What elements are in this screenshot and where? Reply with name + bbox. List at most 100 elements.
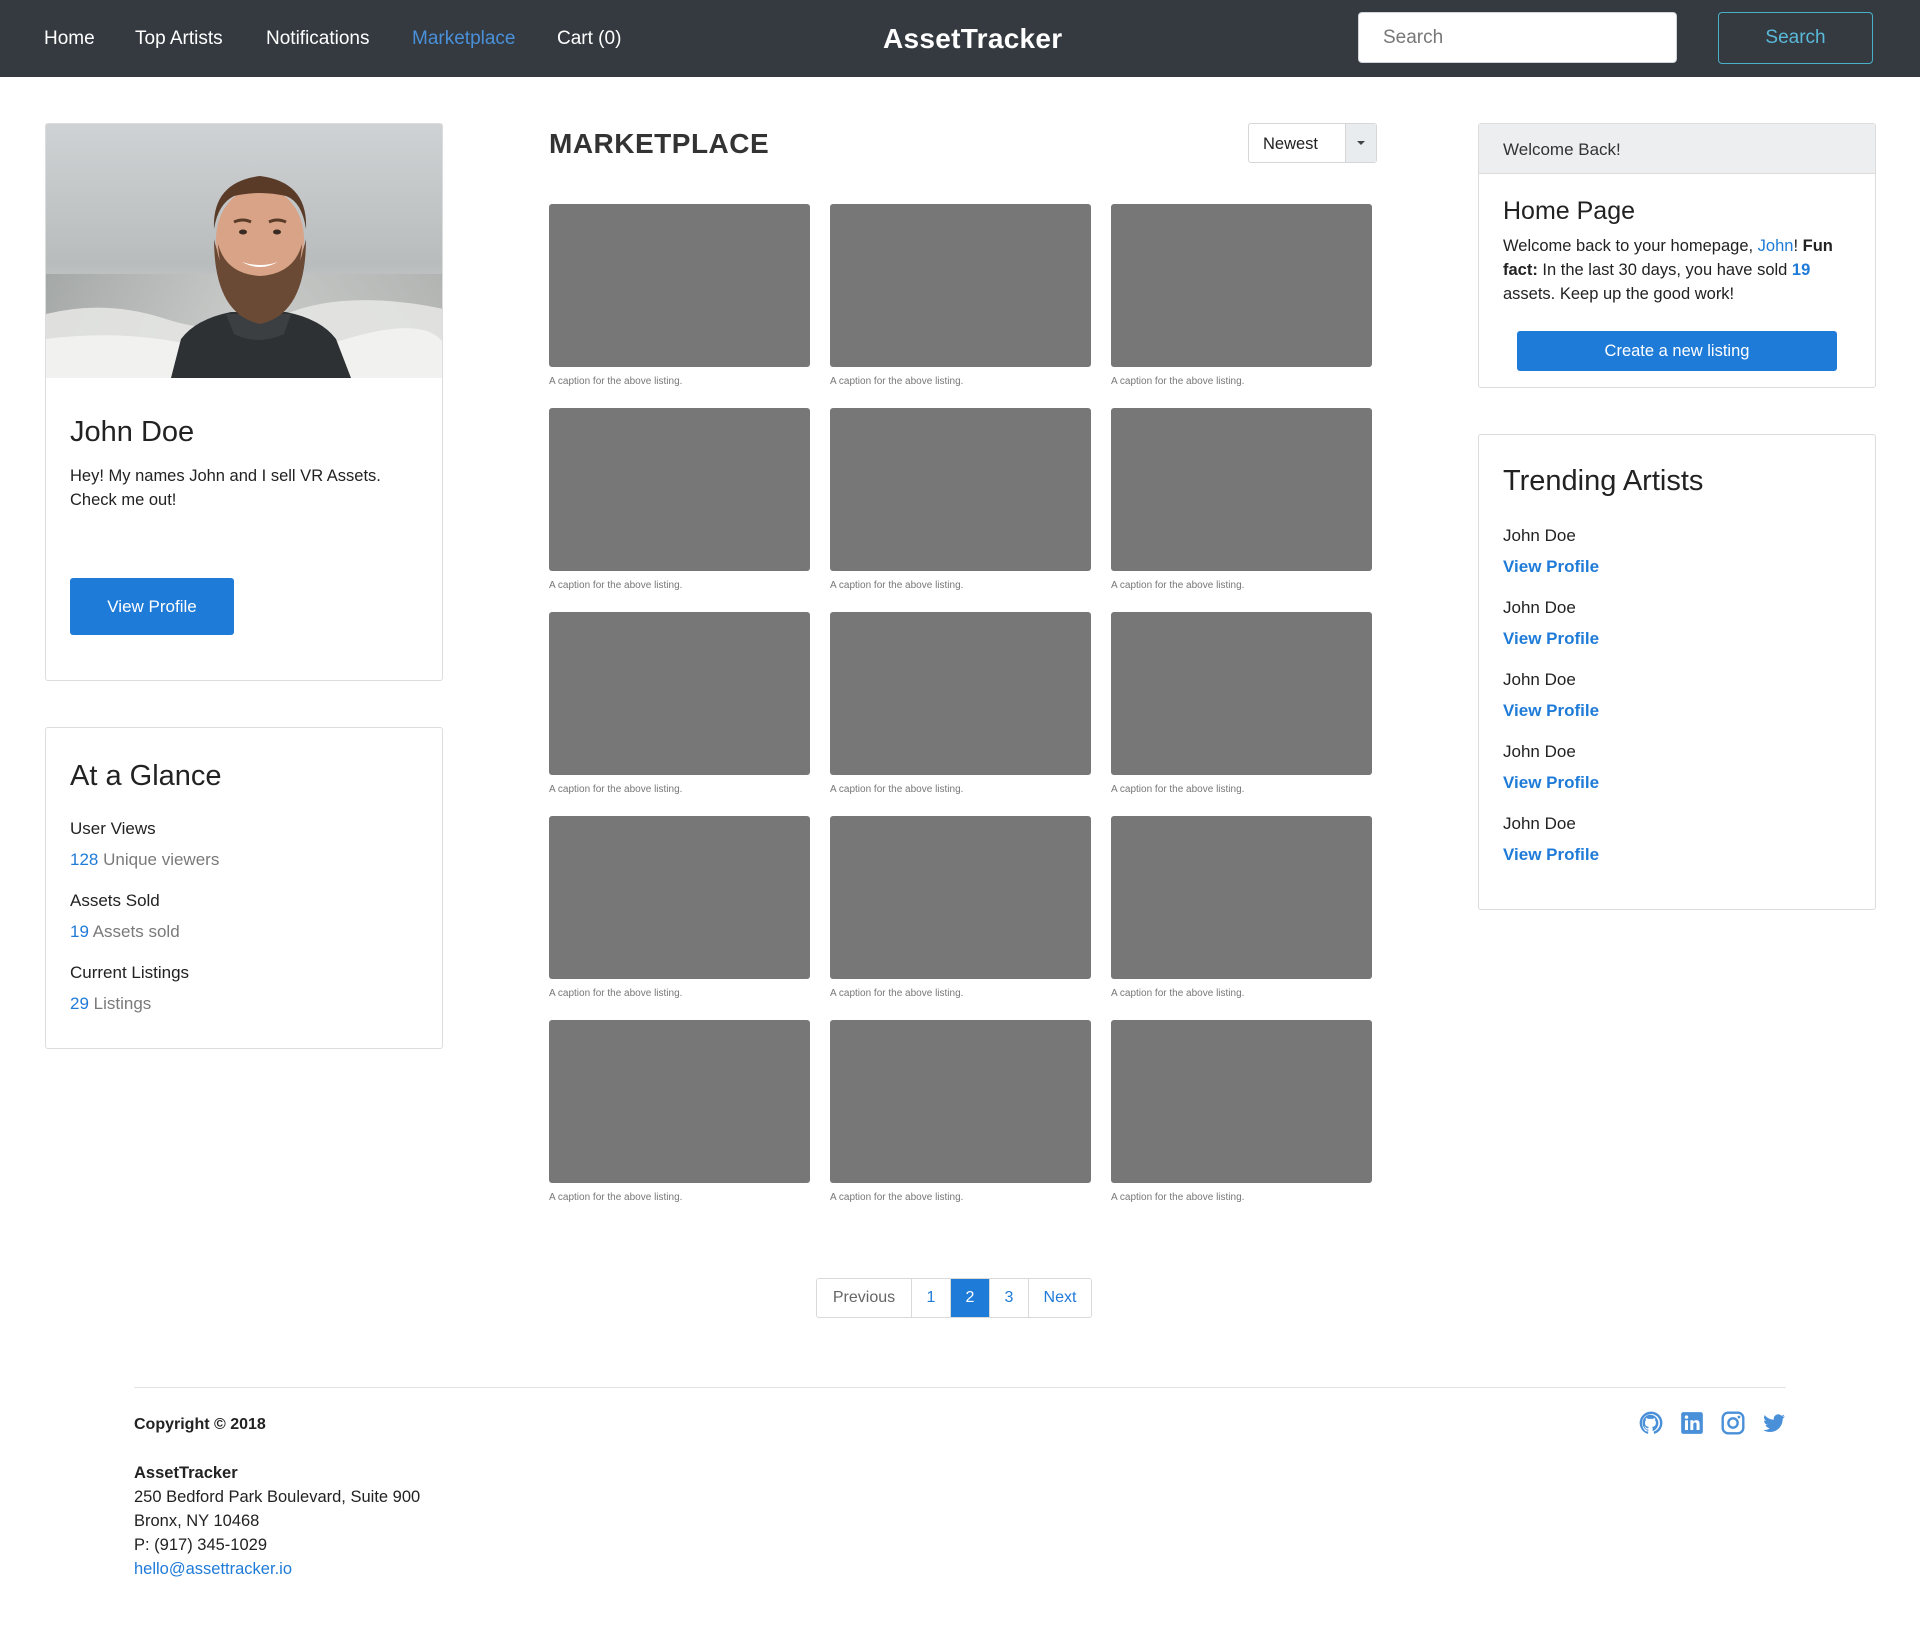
twitter-icon[interactable] [1761, 1410, 1787, 1436]
listing-card[interactable]: A caption for the above listing. [1111, 204, 1372, 388]
footer-phone: P: (917) 345-1029 [134, 1536, 268, 1554]
listing-thumbnail[interactable] [549, 612, 810, 775]
stat-label-assets-sold: Assets Sold [70, 891, 160, 910]
listing-caption: A caption for the above listing. [830, 784, 964, 795]
pagination: Previous 1 2 3 Next [816, 1278, 1092, 1318]
pagination-page-3[interactable]: 3 [989, 1279, 1028, 1317]
listing-card[interactable]: A caption for the above listing. [830, 612, 1091, 796]
nav-marketplace-link[interactable]: Marketplace [412, 27, 516, 51]
nav-top-artists-link[interactable]: Top Artists [135, 27, 223, 51]
trending-title: Trending Artists [1503, 465, 1704, 497]
pagination-page-1[interactable]: 1 [911, 1279, 950, 1317]
listing-card[interactable]: A caption for the above listing. [549, 408, 810, 592]
search-input[interactable] [1358, 12, 1677, 63]
listing-thumbnail[interactable] [1111, 408, 1372, 571]
trending-artist-name: John Doe [1503, 814, 1576, 833]
linkedin-icon[interactable] [1679, 1410, 1705, 1436]
caret-down-icon [1357, 141, 1365, 145]
pagination-previous[interactable]: Previous [817, 1279, 911, 1317]
trending-artist-view-profile-link[interactable]: View Profile [1503, 844, 1599, 866]
marketplace-title: MARKETPLACE [549, 128, 770, 159]
trending-artist-view-profile-link[interactable]: View Profile [1503, 556, 1599, 578]
welcome-user-link[interactable]: John [1758, 237, 1794, 255]
listing-thumbnail[interactable] [549, 204, 810, 367]
trending-artist-name: John Doe [1503, 742, 1576, 761]
listing-card[interactable]: A caption for the above listing. [1111, 408, 1372, 592]
profile-photo [46, 124, 442, 378]
trending-artist-view-profile-link[interactable]: View Profile [1503, 772, 1599, 794]
listing-card[interactable]: A caption for the above listing. [1111, 612, 1372, 796]
pagination-page-2[interactable]: 2 [950, 1279, 989, 1317]
listing-thumbnail[interactable] [1111, 1020, 1372, 1183]
profile-card: John Doe Hey! My names John and I sell V… [45, 123, 443, 681]
listing-card[interactable]: A caption for the above listing. [1111, 1020, 1372, 1204]
listing-card[interactable]: A caption for the above listing. [549, 204, 810, 388]
search-button[interactable]: Search [1718, 12, 1873, 64]
nav-home-link[interactable]: Home [44, 27, 95, 51]
glance-title: At a Glance [70, 760, 222, 792]
listing-caption: A caption for the above listing. [1111, 376, 1245, 387]
listing-caption: A caption for the above listing. [549, 988, 683, 999]
listing-caption: A caption for the above listing. [1111, 784, 1245, 795]
stat-value-assets-sold: 19 Assets sold [70, 922, 180, 941]
listing-caption: A caption for the above listing. [1111, 1192, 1245, 1203]
sort-dropdown[interactable]: Newest [1248, 123, 1377, 163]
pagination-next[interactable]: Next [1028, 1279, 1091, 1317]
github-icon[interactable] [1638, 1410, 1664, 1436]
home-page-title: Home Page [1503, 197, 1636, 225]
navbar: Home Top Artists Notifications Marketpla… [0, 0, 1920, 77]
listing-thumbnail[interactable] [1111, 204, 1372, 367]
trending-artist-view-profile-link[interactable]: View Profile [1503, 628, 1599, 650]
listing-thumbnail[interactable] [549, 1020, 810, 1183]
copyright-text: Copyright © 2018 [134, 1416, 266, 1433]
listing-thumbnail[interactable] [830, 408, 1091, 571]
footer-email-link[interactable]: hello@assettracker.io [134, 1557, 292, 1581]
at-a-glance-card: At a Glance User Views 128 Unique viewer… [45, 727, 443, 1049]
listing-thumbnail[interactable] [1111, 816, 1372, 979]
listing-card[interactable]: A caption for the above listing. [830, 816, 1091, 1000]
create-listing-button[interactable]: Create a new listing [1517, 331, 1837, 371]
welcome-header-text: Welcome Back! [1503, 140, 1621, 159]
listing-card[interactable]: A caption for the above listing. [1111, 816, 1372, 1000]
trending-artist-name: John Doe [1503, 598, 1576, 617]
listing-thumbnail[interactable] [830, 204, 1091, 367]
view-profile-button[interactable]: View Profile [70, 578, 234, 635]
trending-artist-name: John Doe [1503, 670, 1576, 689]
profile-name: John Doe [70, 416, 195, 448]
listing-caption: A caption for the above listing. [830, 988, 964, 999]
trending-artist-name: John Doe [1503, 526, 1576, 545]
listing-card[interactable]: A caption for the above listing. [549, 1020, 810, 1204]
listing-card[interactable]: A caption for the above listing. [549, 612, 810, 796]
listing-thumbnail[interactable] [830, 816, 1091, 979]
footer-company-name: AssetTracker [134, 1464, 238, 1482]
welcome-header: Welcome Back! [1479, 124, 1875, 174]
sort-selected-value: Newest [1263, 135, 1319, 153]
listing-thumbnail[interactable] [549, 408, 810, 571]
listing-caption: A caption for the above listing. [830, 580, 964, 591]
trending-artist-view-profile-link[interactable]: View Profile [1503, 700, 1599, 722]
listing-thumbnail[interactable] [1111, 612, 1372, 775]
listing-caption: A caption for the above listing. [1111, 988, 1245, 999]
listing-card[interactable]: A caption for the above listing. [830, 1020, 1091, 1204]
listing-card[interactable]: A caption for the above listing. [830, 204, 1091, 388]
listing-card[interactable]: A caption for the above listing. [830, 408, 1091, 592]
listing-caption: A caption for the above listing. [830, 376, 964, 387]
sort-dropdown-toggle[interactable] [1345, 124, 1376, 162]
listing-caption: A caption for the above listing. [830, 1192, 964, 1203]
listing-thumbnail[interactable] [830, 1020, 1091, 1183]
footer-address-line-1: 250 Bedford Park Boulevard, Suite 900 [134, 1488, 421, 1506]
listing-card[interactable]: A caption for the above listing. [549, 816, 810, 1000]
brand-logo[interactable]: AssetTracker [883, 22, 1063, 56]
stat-label-current-listings: Current Listings [70, 963, 190, 982]
nav-notifications-link[interactable]: Notifications [266, 27, 370, 51]
listing-caption: A caption for the above listing. [549, 1192, 683, 1203]
listing-thumbnail[interactable] [549, 816, 810, 979]
nav-cart-link[interactable]: Cart (0) [557, 27, 621, 51]
trending-artists-card: Trending Artists John Doe View Profile J… [1478, 434, 1876, 910]
listing-thumbnail[interactable] [830, 612, 1091, 775]
instagram-icon[interactable] [1720, 1410, 1746, 1436]
profile-bio: Hey! My names John and I sell VR Assets.… [70, 467, 381, 509]
listing-caption: A caption for the above listing. [549, 784, 683, 795]
stat-value-user-views: 128 Unique viewers [70, 850, 220, 869]
listing-caption: A caption for the above listing. [1111, 580, 1245, 591]
